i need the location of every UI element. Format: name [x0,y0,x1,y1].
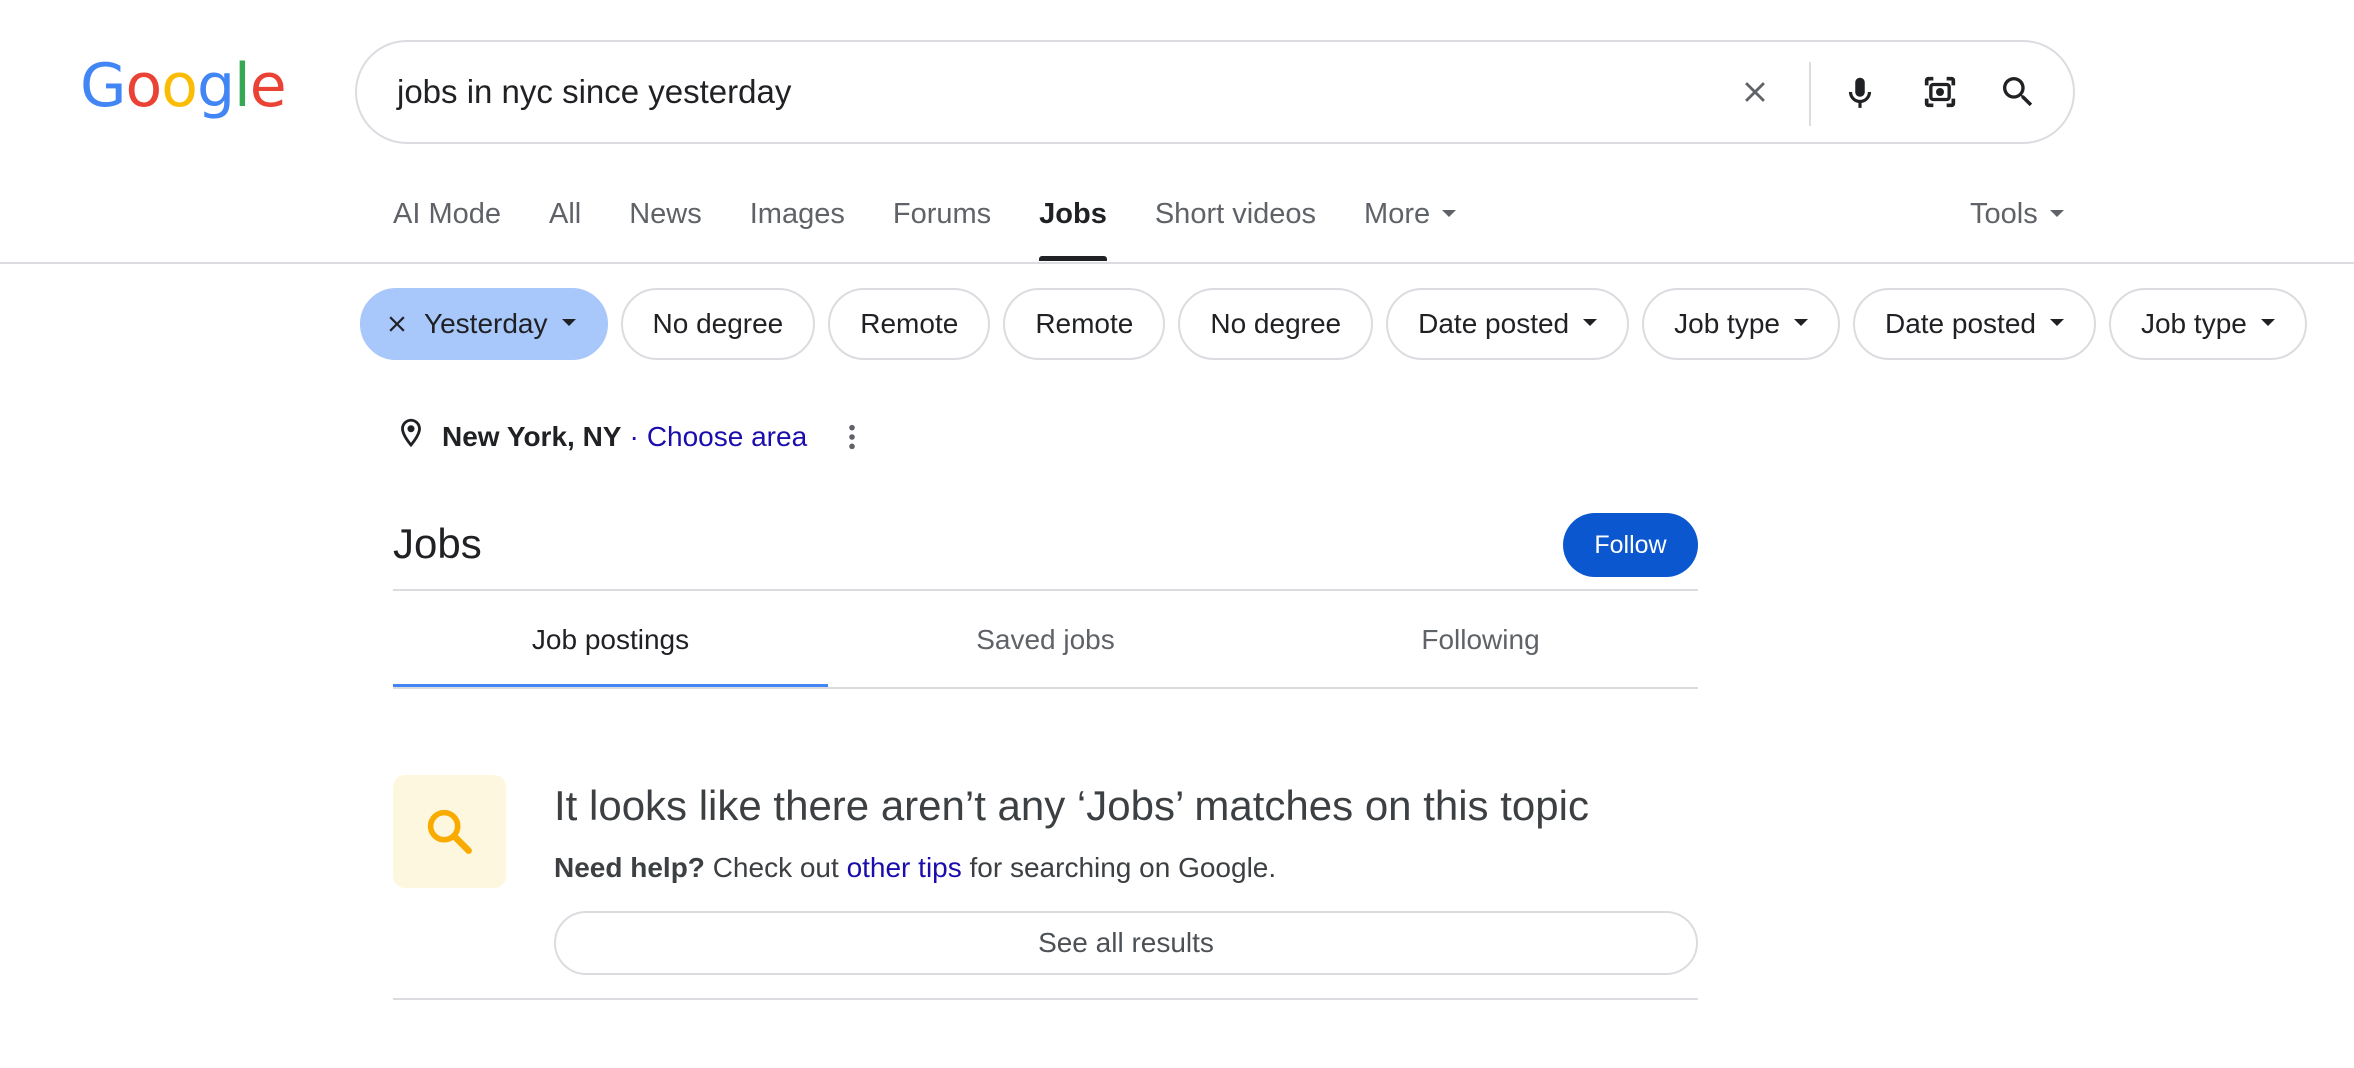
location-city: New York, NY [442,420,622,452]
caret-down-icon [2260,318,2275,326]
tab-short-videos[interactable]: Short videos [1155,198,1316,261]
bottom-divider [393,998,1698,1000]
chip-no-degree[interactable]: No degree [620,288,816,360]
tab-all[interactable]: All [549,198,581,261]
chip-remote[interactable]: Remote [1003,288,1166,360]
chip-label: Job type [2140,308,2247,339]
caret-down-icon [1442,209,1457,217]
search-icon[interactable] [1990,64,2046,120]
location-separator: · [629,420,639,452]
subtabs-divider [393,687,1698,689]
caret-down-icon [2049,209,2064,217]
caret-down-icon [561,318,576,326]
search-divider [1809,62,1811,126]
caret-down-icon [2049,318,2064,326]
help-pre: Check out [712,852,839,883]
chip-date-posted[interactable]: Date posted [1386,288,1630,360]
help-bold: Need help? [554,852,705,883]
tab-forums[interactable]: Forums [893,198,991,261]
tab-ai-mode[interactable]: AI Mode [393,198,501,261]
tab-news[interactable]: News [629,198,702,261]
jobs-subtabs: Job postings Saved jobs Following [393,591,1698,689]
choose-area-link[interactable]: Choose area [647,421,807,453]
tab-more-label: More [1364,198,1431,230]
subtab-following[interactable]: Following [1263,591,1698,689]
chip-job-type[interactable]: Job type [1642,288,1840,360]
tools-label: Tools [1970,198,2038,230]
more-options-icon[interactable] [847,423,857,451]
jobs-title: Jobs [393,520,482,567]
google-logo[interactable]: Google [80,56,287,116]
no-results-help: Need help? Check out other tips for sear… [554,852,1276,884]
subtab-job-postings[interactable]: Job postings [393,591,828,689]
tab-more[interactable]: More [1364,198,1457,261]
caret-down-icon [1793,318,1808,326]
chip-label: Yesterday [424,308,548,339]
chip-label: Date posted [1884,308,2036,339]
tabs-divider [0,262,2354,264]
caret-down-icon [1583,318,1598,326]
chip-label: No degree [1210,308,1342,339]
chip-label: Date posted [1418,308,1570,339]
follow-button[interactable]: Follow [1563,513,1698,577]
tab-images[interactable]: Images [750,198,845,261]
chip-date-posted[interactable]: Date posted [1852,288,2096,360]
chip-label: No degree [652,308,784,339]
search-tabs: AI Mode All News Images Forums Jobs Shor… [393,198,1504,261]
location-row: New York, NY · Choose area [394,414,857,459]
filter-chips: Yesterday No degree Remote Remote No deg… [360,288,2320,360]
search-input[interactable]: jobs in nyc since yesterday [397,73,791,111]
chip-label: Remote [1035,308,1134,339]
tools-button[interactable]: Tools [1970,198,2064,231]
chip-label: Remote [860,308,959,339]
microphone-icon[interactable] [1832,64,1888,120]
other-tips-link[interactable]: other tips [847,852,962,883]
help-post: for searching on Google. [969,852,1277,883]
chip-no-degree[interactable]: No degree [1178,288,1374,360]
search-box[interactable]: jobs in nyc since yesterday [355,40,2075,144]
location-pin-icon [394,414,428,459]
no-results-search-icon [393,775,506,888]
clear-icon[interactable] [1727,64,1783,120]
chip-yesterday[interactable]: Yesterday [360,288,608,360]
camera-lens-icon[interactable] [1912,64,1968,120]
close-icon[interactable] [384,311,410,337]
see-all-results-button[interactable]: See all results [554,911,1698,975]
chip-job-type[interactable]: Job type [2108,288,2307,360]
chip-remote[interactable]: Remote [828,288,991,360]
no-results-heading: It looks like there aren’t any ‘Jobs’ ma… [554,782,1589,829]
tab-jobs[interactable]: Jobs [1039,198,1107,261]
chip-label: Job type [1674,308,1780,339]
subtab-saved-jobs[interactable]: Saved jobs [828,591,1263,689]
